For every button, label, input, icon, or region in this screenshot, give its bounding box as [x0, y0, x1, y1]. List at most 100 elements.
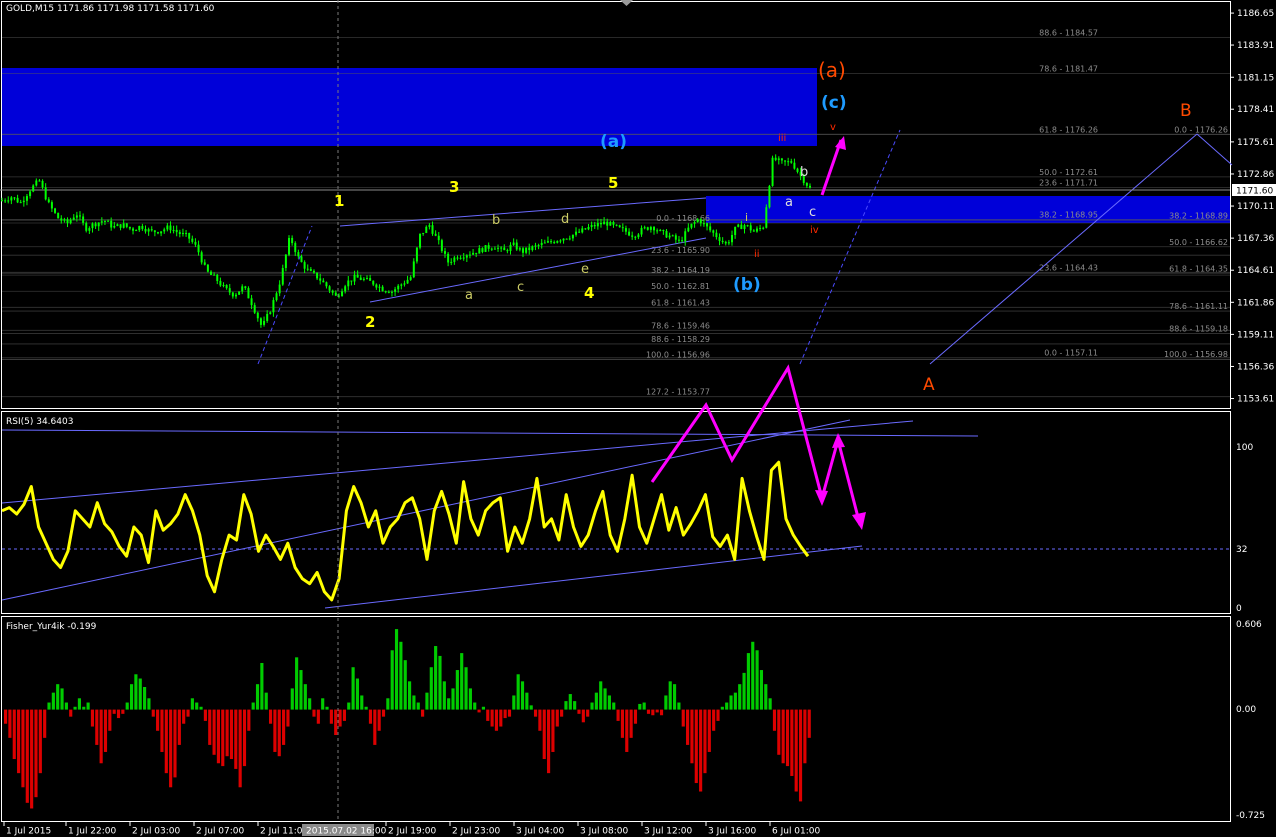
candle-body [681, 240, 684, 242]
fisher-bar [516, 674, 520, 710]
candle-body [546, 241, 549, 243]
candle-body [381, 286, 384, 292]
fisher-bar [260, 662, 264, 710]
fisher-bar [468, 688, 472, 710]
fisher-bar [12, 709, 16, 760]
candle-body [453, 257, 456, 262]
price-tick-label: 1164.61 [1237, 266, 1274, 276]
subwave-e: e [581, 262, 589, 277]
fisher-bar [99, 709, 103, 764]
candle-body [780, 158, 783, 161]
candle-body [537, 245, 540, 247]
candle-body [497, 247, 500, 249]
fib-level-label: 50.0 - 1162.81 [651, 282, 710, 291]
candle-body [247, 288, 250, 299]
fisher-bar [473, 702, 477, 710]
candle-body [718, 237, 721, 241]
wave-orange-a-big: (a) [818, 58, 846, 82]
candle-body [147, 229, 150, 232]
fisher-title: Fisher_Yur4ik -0.199 [6, 622, 97, 632]
fisher-bar [351, 667, 355, 710]
candle-body [387, 291, 390, 293]
fisher-bar [221, 709, 225, 767]
fisher-bar [616, 709, 620, 721]
fisher-bar [355, 678, 360, 710]
candle-body [169, 225, 172, 231]
fisher-bar [690, 709, 694, 764]
fib-level-label: 38.2 - 1168.95 [1039, 211, 1098, 220]
candle-body [809, 185, 811, 188]
candle-body [390, 291, 393, 293]
candle-body [568, 238, 571, 240]
fisher-bar [30, 709, 34, 809]
fisher-bar [268, 709, 273, 724]
candle-body [525, 247, 528, 253]
fib-level-label: 88.6 - 1184.57 [1039, 28, 1098, 37]
candle-body [356, 274, 359, 278]
fisher-bar [781, 709, 785, 764]
candle-body [350, 280, 353, 282]
wave-cyan-b: (b) [733, 275, 761, 295]
fisher-bar [47, 702, 51, 710]
trading-chart[interactable]: 88.6 - 1184.57 78.6 - 1181.47 61.8 - 1176.… [0, 0, 1276, 837]
candle-body [156, 232, 159, 234]
fisher-bar [555, 709, 559, 727]
candle-body [63, 219, 66, 221]
candle-body [256, 312, 259, 319]
candle-body [422, 232, 425, 234]
candle-body [690, 223, 693, 228]
fisher-bar [308, 698, 312, 710]
candle-body [434, 233, 437, 236]
candle-body [662, 229, 665, 231]
fisher-bar [490, 709, 494, 727]
candle-body [372, 280, 375, 285]
candle-body [234, 294, 237, 297]
candle-body [431, 225, 434, 234]
time-tick-label: 2 Jul 19:00 [388, 827, 437, 837]
candle-body [493, 248, 496, 250]
candle-body [47, 199, 50, 203]
fisher-bar [112, 709, 116, 714]
candle-body [412, 261, 415, 278]
fisher-bar [790, 709, 794, 776]
candle-body [631, 235, 634, 237]
fisher-axis-bottom: -0.725 [1236, 811, 1265, 821]
price-tick-label: 1159.11 [1237, 330, 1274, 340]
fisher-bar [429, 667, 433, 710]
candle-body [54, 208, 57, 213]
candle-body [322, 280, 325, 283]
fisher-bar [8, 709, 12, 738]
candle-body [4, 200, 7, 202]
candle-body [706, 223, 709, 227]
fisher-bar [551, 709, 555, 752]
candle-body [403, 283, 406, 285]
fisher-bar [577, 709, 581, 714]
candle-body [275, 293, 278, 301]
fisher-bar [442, 681, 446, 710]
candle-body [272, 300, 275, 313]
fisher-bar [238, 709, 242, 788]
candle-body [306, 268, 309, 270]
fisher-bar [190, 698, 194, 710]
fisher-bar [481, 706, 485, 710]
candle-body [752, 230, 755, 232]
fisher-bar [173, 709, 177, 778]
fisher-bar [581, 709, 585, 723]
fisher-bar [742, 672, 746, 710]
candle-body [628, 231, 631, 236]
fisher-bar [568, 694, 572, 710]
candle-body [110, 220, 113, 228]
rsi-axis-100: 100 [1236, 443, 1253, 453]
candle-body [643, 227, 646, 229]
fisher-bar [612, 702, 616, 710]
fisher-bar [143, 686, 147, 710]
candle-body [484, 245, 487, 252]
candle-body [41, 180, 44, 188]
candle-body [447, 253, 450, 263]
candle-body [468, 254, 471, 256]
fisher-bar [712, 709, 716, 731]
fisher-bar [368, 709, 373, 724]
candle-body [702, 223, 705, 225]
candle-body [228, 288, 231, 293]
fisher-bar [686, 709, 690, 745]
